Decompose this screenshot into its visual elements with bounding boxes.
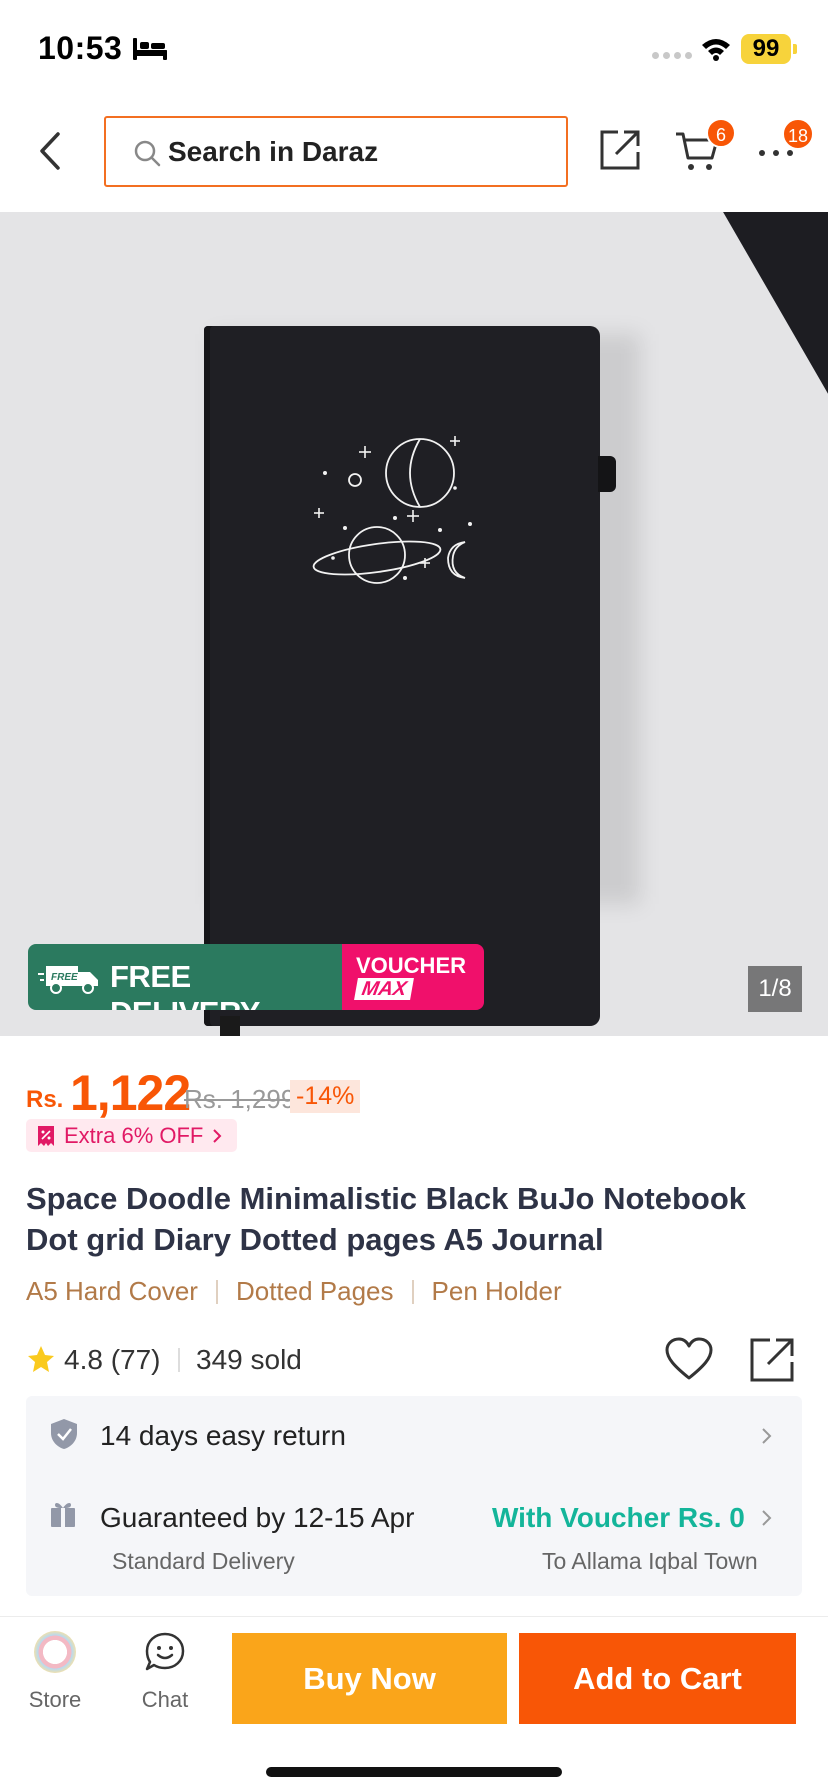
rating-score[interactable]: 4.8 (77): [64, 1344, 161, 1376]
battery-tip: [793, 44, 797, 54]
delivery-location: To Allama Iqbal Town: [542, 1548, 758, 1574]
sold-count: 349 sold: [196, 1344, 302, 1375]
free-label: FREE: [51, 972, 78, 983]
voucher-max-badge: VOUCHER MAX: [342, 944, 484, 1010]
chevron-right-icon: [213, 1128, 222, 1143]
star-icon: [28, 1346, 54, 1372]
more-icon[interactable]: [758, 148, 794, 158]
share-icon[interactable]: [598, 128, 642, 172]
signal-icon: [652, 52, 692, 59]
extra-off-text: Extra 6% OFF: [64, 1122, 204, 1148]
delivery-guarantee-text: Guaranteed by 12-15 Apr: [100, 1502, 415, 1533]
home-indicator: [266, 1767, 562, 1777]
free-delivery-voucher-banner[interactable]: FREE FREE DELIVERY VOUCHER MAX: [28, 944, 484, 1010]
store-label: Store: [28, 1687, 82, 1712]
search-icon: [134, 140, 161, 167]
bed-icon: [133, 38, 167, 60]
status-bar: 10:53 99: [0, 0, 828, 100]
tag-item: A5 Hard Cover: [26, 1276, 198, 1306]
bottom-action-bar: Store Chat Buy Now Add to Cart: [0, 1616, 828, 1792]
add-to-cart-button[interactable]: Add to Cart: [519, 1633, 796, 1724]
voucher-max-label: MAX: [354, 978, 415, 1000]
return-policy-text: 14 days easy return: [100, 1420, 346, 1451]
chat-button[interactable]: Chat: [130, 1631, 200, 1721]
chevron-right-icon: [762, 1510, 772, 1526]
top-navigation: Search in Daraz 6 18: [0, 100, 828, 212]
share-icon[interactable]: [748, 1336, 796, 1384]
store-logo: [34, 1631, 76, 1673]
store-button[interactable]: Store: [20, 1631, 90, 1721]
price-currency: Rs.: [26, 1086, 64, 1113]
image-counter: 1/8: [748, 966, 802, 1012]
coupon-icon: [38, 1125, 54, 1146]
search-input[interactable]: Search in Daraz: [104, 116, 568, 187]
chat-icon: [145, 1632, 185, 1671]
free-delivery-badge: FREE FREE DELIVERY: [28, 944, 342, 1010]
battery-icon: 99: [741, 34, 791, 64]
shield-check-icon: [51, 1419, 77, 1449]
chevron-right-icon: [762, 1428, 772, 1444]
chat-label: Chat: [141, 1687, 189, 1712]
space-doodle-illustration: [312, 436, 472, 584]
truck-icon: FREE: [38, 966, 98, 994]
notebook-background-image: [700, 212, 828, 952]
cart-count-badge: 6: [706, 118, 736, 148]
status-time: 10:53: [38, 30, 123, 66]
back-icon[interactable]: [36, 128, 66, 174]
product-title: Space Doodle Minimalistic Black BuJo Not…: [26, 1181, 747, 1257]
wifi-icon: [702, 39, 730, 61]
return-policy-row[interactable]: 14 days easy return: [26, 1396, 802, 1480]
search-placeholder: Search in Daraz: [168, 136, 379, 167]
buy-now-button[interactable]: Buy Now: [232, 1633, 507, 1724]
original-price: Rs. 1,299: [184, 1084, 296, 1114]
delivery-row[interactable]: Guaranteed by 12-15 Apr With Voucher Rs.…: [26, 1480, 802, 1596]
price-row: Rs. 1,122 Rs. 1,299 -14%: [26, 1064, 806, 1124]
discount-badge: -14%: [290, 1080, 361, 1113]
wishlist-heart-icon[interactable]: [664, 1336, 714, 1382]
product-tags: A5 Hard Cover Dotted Pages Pen Holder: [26, 1276, 562, 1307]
product-image-gallery[interactable]: FREE FREE DELIVERY VOUCHER MAX 1/8: [0, 212, 828, 1036]
current-price: 1,122: [70, 1065, 191, 1121]
rating-row: 4.8 (77) 349 sold: [26, 1336, 806, 1384]
gift-icon: [51, 1503, 75, 1527]
service-card: 14 days easy return Guaranteed by 12-15 …: [26, 1396, 802, 1596]
tag-item: Pen Holder: [431, 1276, 562, 1306]
tag-item: Dotted Pages: [235, 1276, 394, 1306]
extra-off-promo[interactable]: Extra 6% OFF: [26, 1119, 238, 1152]
free-delivery-text: FREE DELIVERY: [110, 959, 260, 1010]
voucher-label: VOUCHER: [356, 953, 467, 978]
delivery-voucher-text: With Voucher Rs. 0: [492, 1502, 745, 1533]
more-count-badge: 18: [782, 118, 814, 150]
delivery-type: Standard Delivery: [112, 1548, 295, 1574]
